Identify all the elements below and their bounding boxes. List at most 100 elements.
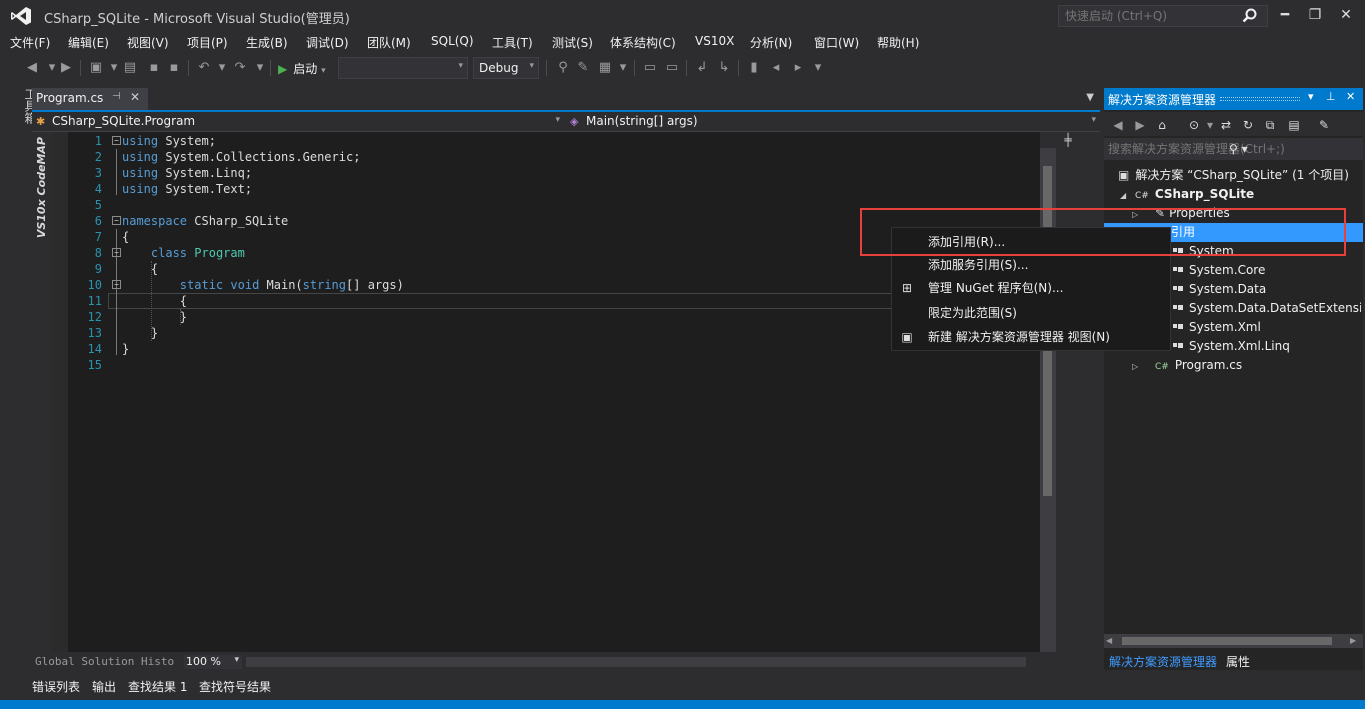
dropdown-icon[interactable]: ▾	[214, 60, 230, 76]
next-bookmark-icon[interactable]: ▸	[790, 60, 806, 76]
show-all-files-icon[interactable]: ▤	[1286, 117, 1302, 133]
code-line[interactable]: 4 using System.Text;	[70, 181, 1030, 197]
home-icon[interactable]: ⌂	[1154, 117, 1170, 133]
code-line[interactable]: 1 − using System;	[70, 133, 1030, 149]
collapse-all-icon[interactable]: ⧉	[1262, 117, 1278, 133]
tree-solution[interactable]: ▣ 解决方案 “CSharp_SQLite” (1 个项目)	[1118, 166, 1349, 185]
code-line[interactable]: 12 }	[70, 309, 1030, 325]
panel-dropdown-icon[interactable]: ▾	[1308, 90, 1314, 103]
menu-edit[interactable]: 编辑(E)	[68, 34, 109, 51]
menu-vs10x[interactable]: VS10X	[695, 34, 734, 48]
wrench-icon[interactable]: ✎	[575, 60, 591, 76]
menu-architecture[interactable]: 体系结构(C)	[610, 34, 676, 51]
properties-wrench-icon[interactable]: ✎	[1316, 117, 1332, 133]
search-icon[interactable]	[1242, 8, 1258, 24]
scroll-right-icon[interactable]: ▶	[1350, 636, 1356, 645]
menu-item-add-service-reference[interactable]: 添加服务引用(S)...	[928, 255, 1028, 275]
close-window-button[interactable]: ✕	[1333, 4, 1359, 26]
code-line[interactable]: 13 }	[70, 325, 1030, 341]
code-line[interactable]: 3 using System.Linq;	[70, 165, 1030, 181]
target-combo[interactable]: ▾	[338, 57, 468, 79]
collapse-icon[interactable]: −	[112, 136, 121, 145]
menu-analyze[interactable]: 分析(N)	[750, 34, 792, 51]
configuration-combo[interactable]: Debug ▾	[473, 57, 539, 79]
menu-build[interactable]: 生成(B)	[246, 34, 288, 51]
menu-view[interactable]: 视图(V)	[127, 34, 169, 51]
menu-test[interactable]: 测试(S)	[552, 34, 593, 51]
dropdown-icon[interactable]: ▾	[810, 60, 826, 76]
indent-icon[interactable]: ↲	[694, 60, 710, 76]
save-icon[interactable]: ▪	[146, 60, 162, 76]
toolbox-icon[interactable]: ▦	[597, 60, 613, 76]
close-panel-icon[interactable]: ✕	[1346, 90, 1355, 103]
pin-icon[interactable]: ⊥	[1326, 90, 1336, 103]
menu-item-new-solution-explorer-view[interactable]: 新建 解决方案资源管理器 视图(N)	[928, 327, 1110, 347]
restore-button[interactable]: ❐	[1302, 4, 1328, 26]
redo-icon[interactable]: ↷	[232, 60, 248, 76]
zoom-combo[interactable]: 100 % ▾	[184, 655, 242, 669]
dropdown-icon[interactable]: ▾	[252, 60, 268, 76]
tab-dropdown-icon[interactable]: ▼	[1086, 92, 1094, 103]
menu-item-manage-nuget[interactable]: 管理 NuGet 程序包(N)...	[928, 278, 1063, 298]
back-icon[interactable]: ◀	[1110, 117, 1126, 133]
tree-program-cs[interactable]: C# Program.cs	[1155, 356, 1242, 375]
menu-tools[interactable]: 工具(T)	[492, 34, 533, 51]
prev-bookmark-icon[interactable]: ◂	[768, 60, 784, 76]
tab-output[interactable]: 输出	[92, 678, 116, 695]
tree-ref-system-data[interactable]: System.Data	[1173, 280, 1266, 299]
code-line[interactable]: 2 using System.Collections.Generic;	[70, 149, 1030, 165]
history-icon[interactable]: ⊙	[1186, 117, 1202, 133]
tree-ref-system-data-datasetextensions[interactable]: System.Data.DataSetExtensions	[1173, 299, 1361, 318]
sync-icon[interactable]: ⇄	[1218, 117, 1234, 133]
tab-solution-explorer[interactable]: 解决方案资源管理器	[1109, 653, 1217, 670]
undo-icon[interactable]: ↶	[196, 60, 212, 76]
class-combo[interactable]: ✱ CSharp_SQLite.Program ▾	[32, 112, 564, 131]
tab-error-list[interactable]: 错误列表	[32, 678, 80, 695]
tree-project[interactable]: C# CSharp_SQLite	[1135, 185, 1254, 204]
code-line[interactable]: 9 {	[70, 261, 1030, 277]
refresh-icon[interactable]: ↻	[1240, 117, 1256, 133]
tab-find-symbol-results[interactable]: 查找符号结果	[199, 678, 271, 695]
collapse-icon[interactable]: −	[112, 248, 121, 257]
split-window-icon[interactable]: ╪	[1040, 132, 1096, 148]
quick-launch-input[interactable]	[1058, 5, 1268, 27]
forward-icon[interactable]: ▶	[58, 60, 74, 76]
menu-sql[interactable]: SQL(Q)	[431, 34, 474, 48]
collapse-icon[interactable]: −	[112, 280, 121, 289]
pin-icon[interactable]: ⊣	[112, 91, 121, 102]
tab-find-results-1[interactable]: 查找结果 1	[128, 678, 187, 695]
menu-team[interactable]: 团队(M)	[367, 34, 411, 51]
save-all-icon[interactable]: ▪	[166, 60, 182, 76]
outdent-icon[interactable]: ↳	[716, 60, 732, 76]
uncomment-icon[interactable]: ▭	[664, 60, 680, 76]
new-project-icon[interactable]: ▣	[88, 60, 104, 76]
forward-icon[interactable]: ▶	[1132, 117, 1148, 133]
minimize-button[interactable]: ━	[1272, 4, 1298, 26]
code-line[interactable]: 10 − static void Main(string[] args)	[70, 277, 1030, 293]
solution-explorer-scroll-thumb[interactable]	[1122, 637, 1332, 645]
member-combo[interactable]: ◈ Main(string[] args) ▾	[566, 112, 1100, 131]
dropdown-icon[interactable]: ▾	[615, 60, 631, 76]
tree-ref-system-core[interactable]: System.Core	[1173, 261, 1265, 280]
code-line[interactable]: 14}	[70, 341, 1030, 357]
open-file-icon[interactable]: ▤	[122, 60, 138, 76]
back-icon[interactable]: ◀	[24, 60, 40, 76]
dropdown-icon[interactable]: ▾	[106, 60, 122, 76]
tree-ref-system-xml[interactable]: System.Xml	[1173, 318, 1261, 337]
collapsed-arrow-icon[interactable]: ▷	[1132, 362, 1138, 371]
close-tab-icon[interactable]: ✕	[130, 90, 140, 104]
editor-horizontal-scrollbar[interactable]	[246, 657, 1026, 667]
search-icon[interactable]: ⚲ ▾	[1229, 142, 1248, 156]
scroll-left-icon[interactable]: ◀	[1106, 636, 1112, 645]
tab-program-cs[interactable]: Program.cs ⊣ ✕	[32, 88, 148, 110]
menu-file[interactable]: 文件(F)	[10, 34, 50, 51]
global-solution-history-label[interactable]: Global Solution Histo	[35, 655, 174, 668]
start-debug-button[interactable]: ▶ 启动 ▾	[278, 60, 326, 77]
comment-icon[interactable]: ▭	[642, 60, 658, 76]
tree-ref-system-xml-linq[interactable]: System.Xml.Linq	[1173, 337, 1290, 356]
codemap-label[interactable]: VS10x CodeMAP	[35, 137, 48, 238]
menu-project[interactable]: 项目(P)	[187, 34, 228, 51]
menu-debug[interactable]: 调试(D)	[306, 34, 349, 51]
bookmark-icon[interactable]: ▮	[746, 60, 762, 76]
code-line[interactable]: 15	[70, 357, 1030, 373]
